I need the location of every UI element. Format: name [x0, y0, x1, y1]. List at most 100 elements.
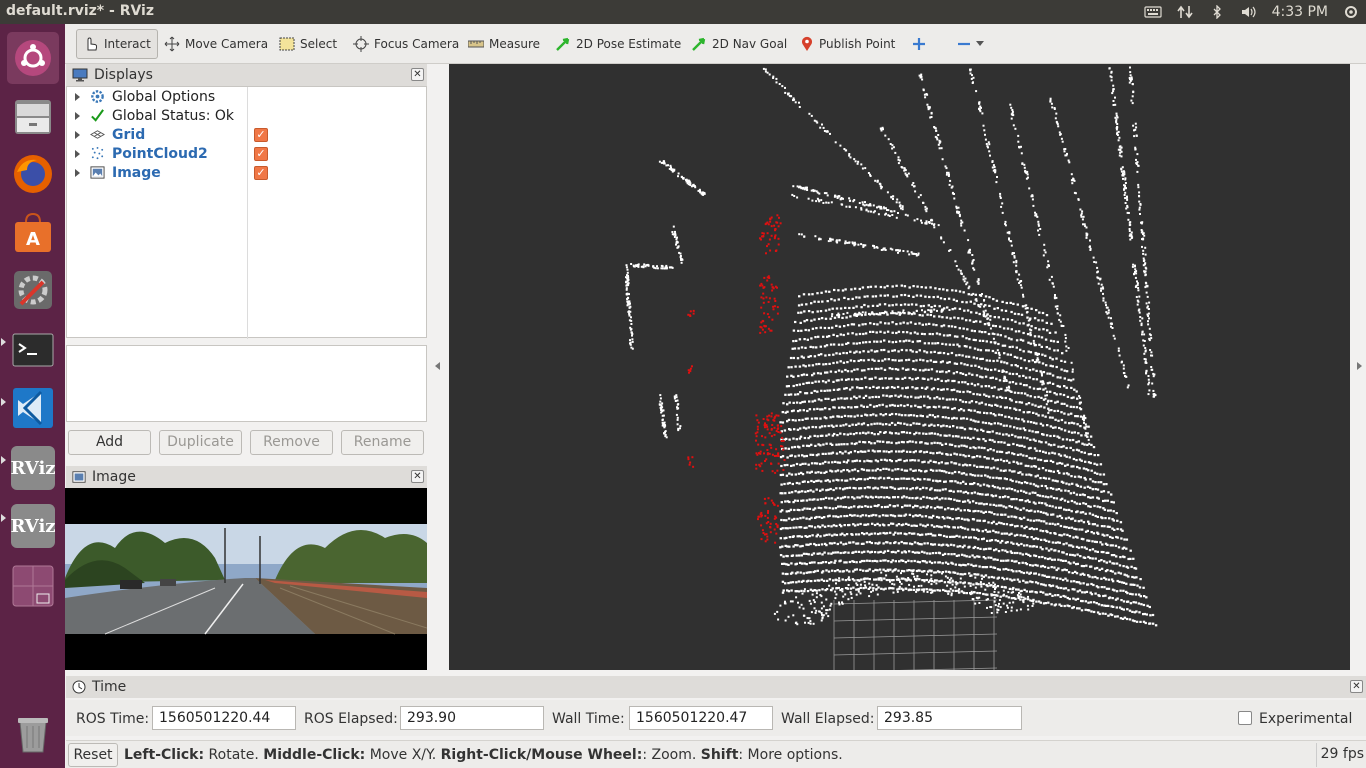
trash-launcher[interactable]	[7, 708, 59, 760]
measure-label: Measure	[489, 37, 540, 51]
wall-elapsed-label: Wall Elapsed:	[781, 711, 875, 727]
image-panel-close-button[interactable]: ✕	[411, 470, 424, 483]
hint-middle-click-text: Move X/Y.	[365, 747, 441, 763]
tree-item-label: Global Options	[112, 88, 216, 105]
time-panel-close-button[interactable]: ✕	[1350, 680, 1363, 693]
pointcloud2-enabled-checkbox[interactable]: ✓	[254, 146, 268, 161]
wall-elapsed-field[interactable]: 293.85	[877, 706, 1022, 730]
image-icon	[72, 471, 86, 483]
pointcloud-render[interactable]	[449, 64, 1350, 670]
select-label: Select	[300, 37, 338, 51]
window-title: default.rviz* - RViz	[6, 3, 155, 19]
displays-tree: Global Options Global Status: Ok Grid ✓ …	[66, 86, 427, 339]
rename-display-button[interactable]: Rename	[341, 430, 424, 455]
status-bar: Reset Left-Click: Rotate. Middle-Click: …	[66, 740, 1366, 768]
measure-tool-button[interactable]: Measure	[462, 29, 546, 59]
grid-enabled-checkbox[interactable]: ✓	[254, 127, 268, 142]
tree-item-label: Global Status: Ok	[112, 107, 235, 124]
volume-icon[interactable]	[1240, 5, 1258, 19]
ros-elapsed-field[interactable]: 293.90	[400, 706, 544, 730]
remove-display-button[interactable]: Remove	[250, 430, 333, 455]
terminal-icon	[12, 333, 54, 367]
render-viewport[interactable]	[449, 64, 1350, 670]
displays-close-button[interactable]: ✕	[411, 68, 424, 81]
focus-camera-tool-button[interactable]: Focus Camera	[347, 29, 465, 59]
firefox-launcher[interactable]	[7, 148, 59, 200]
tree-item-pointcloud2[interactable]: PointCloud2 ✓	[67, 144, 426, 163]
ros-time-field[interactable]: 1560501220.44	[152, 706, 296, 730]
remove-tool-button[interactable]	[951, 29, 990, 59]
tree-item-image[interactable]: Image ✓	[67, 163, 426, 182]
tree-item-global-status[interactable]: Global Status: Ok	[67, 106, 426, 125]
rviz-launcher-1[interactable]: RViz	[7, 442, 59, 494]
time-panel-header: Time ✕	[66, 676, 1366, 698]
clock[interactable]: 4:33 PM	[1272, 4, 1328, 20]
left-dock-collapse-arrow[interactable]	[435, 362, 440, 370]
vscode-running-indicator	[1, 398, 6, 406]
keyboard-icon[interactable]	[1143, 5, 1162, 19]
wall-time-label: Wall Time:	[552, 711, 625, 727]
wall-time-field[interactable]: 1560501220.47	[629, 706, 773, 730]
hand-pointer-icon	[87, 37, 98, 51]
move-camera-tool-button[interactable]: Move Camera	[158, 29, 274, 59]
terminal-launcher[interactable]	[7, 324, 59, 376]
system-tray: 4:33 PM	[1143, 0, 1360, 24]
trash-icon	[18, 718, 48, 753]
tree-item-grid[interactable]: Grid ✓	[67, 125, 426, 144]
select-tool-button[interactable]: Select	[273, 29, 343, 59]
plus-icon	[913, 38, 925, 50]
top-panel: default.rviz* - RViz 4:33 PM	[0, 0, 1366, 24]
hint-shift-text: : More options.	[738, 747, 843, 763]
reset-button[interactable]: Reset	[68, 743, 118, 767]
displays-panel-header: Displays ✕	[66, 64, 427, 86]
rviz-running-indicator-2	[1, 514, 6, 522]
firefox-icon	[14, 155, 52, 193]
hint-shift-key: Shift	[700, 747, 739, 763]
image-panel-header: Image ✕	[66, 466, 427, 488]
nav-goal-tool-button[interactable]: 2D Nav Goal	[685, 29, 793, 59]
right-dock-collapse-arrow[interactable]	[1357, 362, 1362, 370]
image-enabled-checkbox[interactable]: ✓	[254, 165, 268, 180]
grid-icon	[90, 130, 105, 139]
crosshair-icon	[353, 36, 369, 52]
expand-arrow-icon[interactable]	[75, 92, 80, 101]
interact-tool-button[interactable]: Interact	[76, 29, 158, 59]
pose-estimate-label: 2D Pose Estimate	[576, 37, 682, 51]
add-tool-button[interactable]	[906, 29, 932, 59]
bluetooth-icon[interactable]	[1208, 5, 1226, 19]
expand-arrow-icon[interactable]	[75, 149, 80, 158]
chevron-down-icon	[976, 41, 984, 46]
tree-item-label: Image	[112, 164, 161, 181]
vscode-launcher[interactable]	[7, 382, 59, 434]
image-panel-title: Image	[92, 469, 136, 485]
ubuntu-dash-button[interactable]	[7, 32, 59, 84]
ruler-icon	[468, 40, 484, 48]
tree-item-global-options[interactable]: Global Options	[67, 87, 426, 106]
files-launcher[interactable]	[7, 90, 59, 142]
rviz-icon: RViz	[10, 446, 56, 490]
tree-item-label: Grid	[112, 126, 146, 143]
power-gear-icon[interactable]	[1342, 5, 1360, 19]
expand-arrow-icon[interactable]	[75, 130, 80, 139]
hint-left-click-key: Left-Click:	[124, 747, 205, 763]
system-settings-launcher[interactable]	[7, 264, 59, 316]
experimental-checkbox[interactable]	[1238, 711, 1252, 725]
publish-point-tool-button[interactable]: Publish Point	[794, 29, 901, 59]
expand-arrow-icon[interactable]	[75, 111, 80, 120]
rviz-toolbar: Interact Move Camera Select Focus Camera…	[65, 24, 1366, 64]
hint-right-click-key: Right-Click/Mouse Wheel:	[440, 747, 643, 763]
rviz-running-indicator	[1, 456, 6, 464]
workspace-switcher[interactable]	[7, 560, 59, 612]
fps-counter: 29 fps	[1316, 743, 1364, 767]
network-icon[interactable]	[1176, 5, 1194, 19]
expand-arrow-icon[interactable]	[75, 168, 80, 177]
workspaces-icon	[12, 565, 54, 607]
street-camera-image	[65, 524, 427, 635]
launcher: A RViz RViz	[0, 24, 65, 768]
pose-estimate-tool-button[interactable]: 2D Pose Estimate	[549, 29, 687, 59]
file-cabinet-icon	[15, 100, 51, 134]
duplicate-display-button[interactable]: Duplicate	[159, 430, 242, 455]
rviz-launcher-2[interactable]: RViz	[7, 500, 59, 552]
add-display-button[interactable]: Add	[68, 430, 151, 455]
software-center-launcher[interactable]: A	[7, 206, 59, 258]
